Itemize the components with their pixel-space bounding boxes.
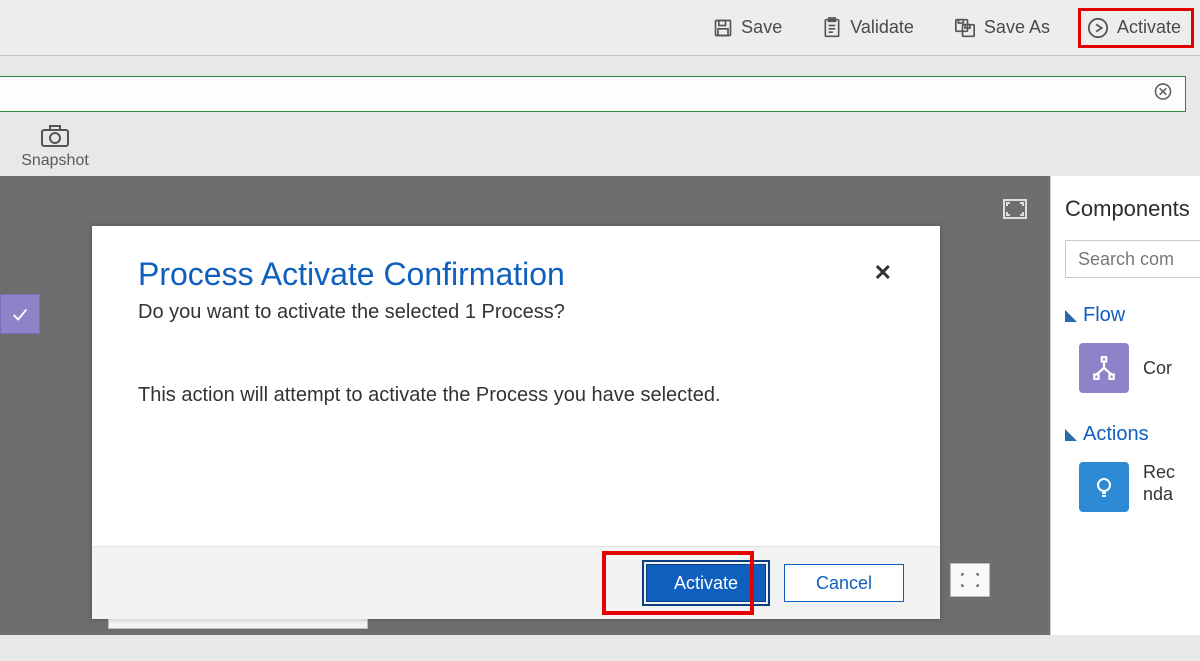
save-button[interactable]: Save	[707, 13, 788, 42]
corners-icon	[960, 572, 980, 588]
selected-node-handle[interactable]	[0, 294, 40, 334]
actions-label: Actions	[1083, 423, 1149, 446]
activate-label: Activate	[1117, 17, 1181, 38]
triangle-icon	[1065, 310, 1077, 322]
camera-icon	[40, 124, 70, 148]
save-label: Save	[741, 17, 782, 38]
validate-button[interactable]: Validate	[816, 13, 920, 43]
actions-item-line2: nda	[1143, 484, 1175, 506]
canvas-control-peek[interactable]	[950, 563, 990, 597]
fullscreen-button[interactable]	[1002, 198, 1028, 225]
check-icon	[9, 303, 31, 325]
flow-item-label: Cor	[1143, 358, 1172, 379]
notification-bar	[0, 76, 1186, 112]
lightbulb-icon	[1079, 462, 1129, 512]
actions-item-line1: Rec	[1143, 462, 1175, 484]
flow-label: Flow	[1083, 304, 1125, 327]
snapshot-button[interactable]: Snapshot	[10, 124, 100, 170]
save-as-button[interactable]: Save As	[948, 13, 1056, 42]
components-title: Components	[1065, 196, 1200, 222]
dialog-close-button[interactable]: ✕	[874, 260, 892, 286]
dialog-title: Process Activate Confirmation	[138, 256, 898, 293]
save-as-icon	[954, 18, 976, 38]
triangle-icon	[1065, 429, 1077, 441]
components-panel: Components Search com Flow Cor Actions R…	[1050, 176, 1200, 635]
close-circle-icon	[1153, 82, 1173, 102]
search-input[interactable]: Search com	[1065, 240, 1200, 278]
snapshot-label: Snapshot	[21, 152, 89, 170]
confirmation-dialog: Process Activate Confirmation Do you wan…	[92, 226, 940, 619]
play-circle-icon	[1087, 17, 1109, 39]
fullscreen-icon	[1002, 198, 1028, 220]
top-toolbar: Save Validate Save As Activate	[0, 0, 1200, 56]
dialog-footer: Activate Cancel	[92, 546, 940, 619]
dialog-cancel-button[interactable]: Cancel	[784, 564, 904, 602]
search-placeholder: Search com	[1078, 249, 1174, 270]
actions-recommendation-tile[interactable]: Rec nda	[1079, 462, 1200, 512]
dialog-activate-button[interactable]: Activate	[646, 564, 766, 602]
activate-button[interactable]: Activate	[1078, 8, 1194, 48]
flow-condition-tile[interactable]: Cor	[1079, 343, 1200, 393]
flow-section-header[interactable]: Flow	[1065, 304, 1200, 327]
save-as-label: Save As	[984, 17, 1050, 38]
dialog-body-text: This action will attempt to activate the…	[138, 384, 898, 407]
actions-section-header[interactable]: Actions	[1065, 423, 1200, 446]
notification-close-button[interactable]	[1153, 82, 1173, 107]
dialog-subtitle: Do you want to activate the selected 1 P…	[138, 301, 898, 324]
branch-icon	[1079, 343, 1129, 393]
clipboard-icon	[822, 17, 842, 39]
validate-label: Validate	[850, 17, 914, 38]
save-icon	[713, 18, 733, 38]
